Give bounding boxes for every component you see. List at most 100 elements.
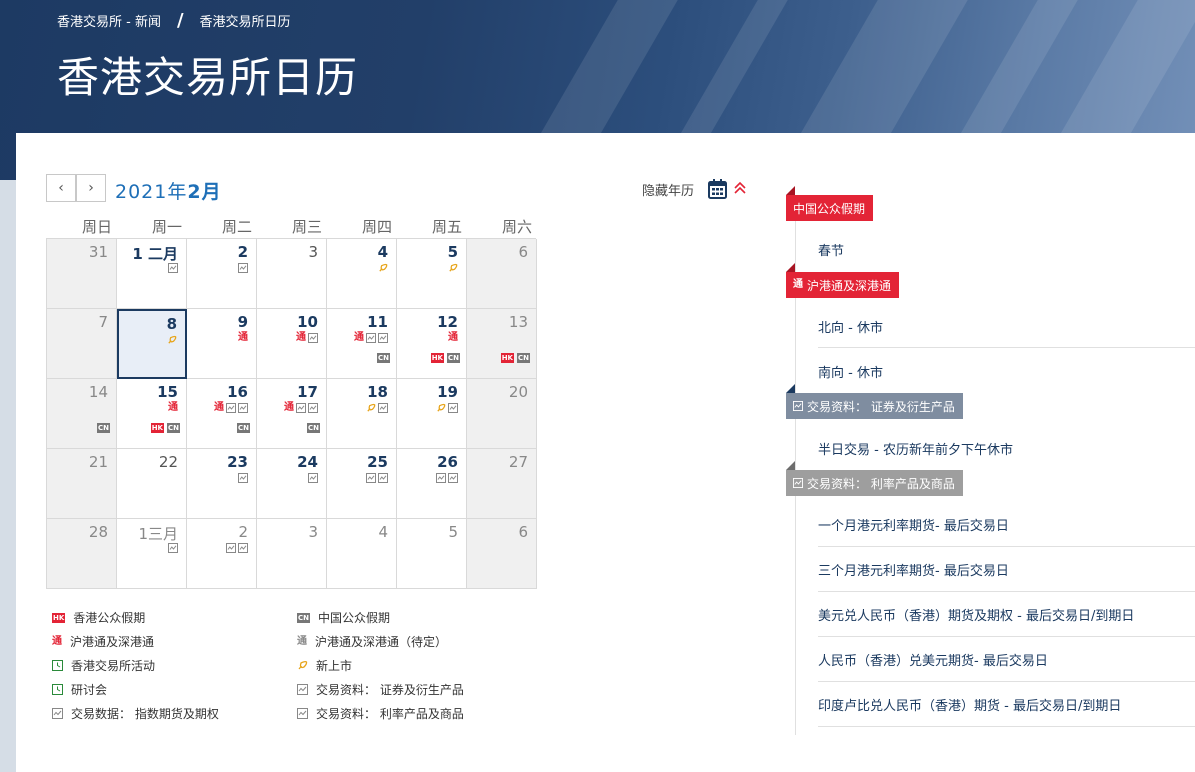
day-number: 17 [297,383,318,401]
hide-year-link[interactable]: 隐藏年历 [642,180,694,199]
calendar-day-cell[interactable]: 7 [47,309,117,379]
event-item-rates[interactable]: 印度卢比兑人民币（香港）期货 - 最后交易日/到期日 [818,695,1121,714]
cn-badge-icon: CN [167,423,180,433]
calendar-day-cell[interactable]: 5 [397,519,467,589]
calendar-icon[interactable] [708,179,727,199]
calendar-day-cell[interactable]: 19 [397,379,467,449]
day-event-marks: 通 [284,403,318,413]
data-chart-icon [793,401,803,411]
calendar-day-cell[interactable]: 3 [257,239,327,309]
calendar-day-cell[interactable]: 6 [467,239,537,309]
weekday-tue: 周二 [221,218,252,236]
calendar-day-cell[interactable]: 1 二月 [117,239,187,309]
day-event-marks [436,473,458,483]
year-text: 2021年 [115,181,188,203]
calendar-day-cell[interactable]: 16 通 CN [187,379,257,449]
calendar-day-cell[interactable]: 10 通 [257,309,327,379]
legend-data-securities: 交易资料： 证券及衍生产品 [297,681,464,698]
calendar-day-cell[interactable]: 9通 [187,309,257,379]
event-item-northbound[interactable]: 北向 - 休市 [818,317,883,336]
calendar-day-cell[interactable]: 11 通 CN [327,309,397,379]
hk-badge-icon: HK [52,612,66,623]
event-item-rates[interactable]: 一个月港元利率期货- 最后交易日 [818,515,1009,534]
calendar-day-cell[interactable]: 14 CN [47,379,117,449]
calendar-day-cell[interactable]: 3 [257,519,327,589]
hk-badge-icon: HK [500,353,514,363]
data-chart-icon [168,543,178,553]
calendar-day-cell[interactable]: 17 通 CN [257,379,327,449]
calendar-day-cell[interactable]: 13 HK CN [467,309,537,379]
event-item-rates[interactable]: 人民币（香港）兑美元期货- 最后交易日 [818,650,1048,669]
calendar-day-cell[interactable]: 24 [257,449,327,519]
day-number: 14 [88,383,108,401]
calendar-day-cell[interactable]: 26 [397,449,467,519]
data-chart-icon [436,473,446,483]
calendar-day-cell[interactable]: 6 [467,519,537,589]
event-item-half-day[interactable]: 半日交易 - 农历新年前夕下午休市 [818,439,1013,458]
day-event-marks [366,403,388,413]
collapse-up-icon[interactable] [733,181,747,195]
calendar-day-cell[interactable]: 5 [397,239,467,309]
day-event-marks [448,263,458,273]
day-number: 8 [166,315,177,333]
new-listing-icon [298,661,308,670]
calendar-day-cell[interactable]: 8 [117,309,187,379]
day-event-marks [436,403,458,413]
calendar-day-cell[interactable]: 20 [467,379,537,449]
event-item-cn-holiday[interactable]: 春节 [818,240,844,259]
connect-icon: 通 [214,402,224,413]
next-month-button[interactable]: › [76,174,106,202]
day-event-marks [378,263,388,273]
tag-connect: 通 沪港通及深港通 [786,263,900,298]
legend-cn-holiday: CN 中国公众假期 [297,611,391,625]
calendar-day-cell[interactable]: 22 [117,449,187,519]
event-item-rates[interactable]: 美元兑人民币（香港）期货及期权 - 最后交易日/到期日 [818,605,1134,624]
seminar-icon [52,684,63,695]
day-number: 15 [157,383,178,401]
cn-badge-icon: CN [517,353,530,363]
data-chart-icon [793,478,803,488]
day-number: 16 [227,383,248,401]
day-number: 4 [377,243,388,261]
connect-icon: 通 [354,332,364,343]
calendar-day-cell[interactable]: 21 [47,449,117,519]
calendar-day-cell[interactable]: 31 [47,239,117,309]
data-chart-icon [308,333,318,343]
calendar-day-cell[interactable]: 18 [327,379,397,449]
data-chart-icon [238,543,248,553]
new-listing-icon [448,263,458,273]
event-item-rates[interactable]: 三个月港元利率期货- 最后交易日 [818,560,1009,579]
calendar-day-cell[interactable]: 28 [47,519,117,589]
event-item-southbound[interactable]: 南向 - 休市 [818,362,883,381]
day-number: 9 [237,313,248,331]
prev-month-button[interactable]: ‹ [46,174,76,202]
calendar-day-cell[interactable]: 4 [327,239,397,309]
breadcrumb: 香港交易所 - 新闻 / 香港交易所日历 [57,10,291,31]
breadcrumb-home-link[interactable]: 香港交易所 - 新闻 [57,11,161,30]
day-event-marks [366,473,388,483]
data-chart-icon [297,684,308,695]
connect-icon: 通 [168,402,178,413]
calendar-day-cell[interactable]: 2 [187,239,257,309]
calendar-day-cell[interactable]: 1三月 [117,519,187,589]
data-chart-icon [366,333,376,343]
day-holiday-badges: HK CN [430,353,460,363]
calendar-day-cell[interactable]: 4 [327,519,397,589]
weekday-sat: 周六 [501,218,532,236]
legend-data-index: 交易数据： 指数期货及期权 [52,705,219,722]
day-holiday-badges: CN [307,423,320,433]
calendar-day-cell[interactable]: 15 通 HK CN [117,379,187,449]
tag-data-securities: 交易资料： 证券及衍生产品 [786,384,963,419]
day-number: 25 [367,453,388,471]
day-number: 2 [238,523,248,541]
calendar-day-cell[interactable]: 12 通 HK CN [397,309,467,379]
calendar-day-cell[interactable]: 25 [327,449,397,519]
data-chart-icon [308,473,318,483]
calendar-day-cell[interactable]: 23 [187,449,257,519]
day-number: 3 [308,523,318,541]
calendar-day-cell[interactable]: 2 [187,519,257,589]
day-event-marks [168,543,178,553]
day-number: 26 [437,453,458,471]
calendar-day-cell[interactable]: 27 [467,449,537,519]
day-number: 21 [88,453,108,471]
